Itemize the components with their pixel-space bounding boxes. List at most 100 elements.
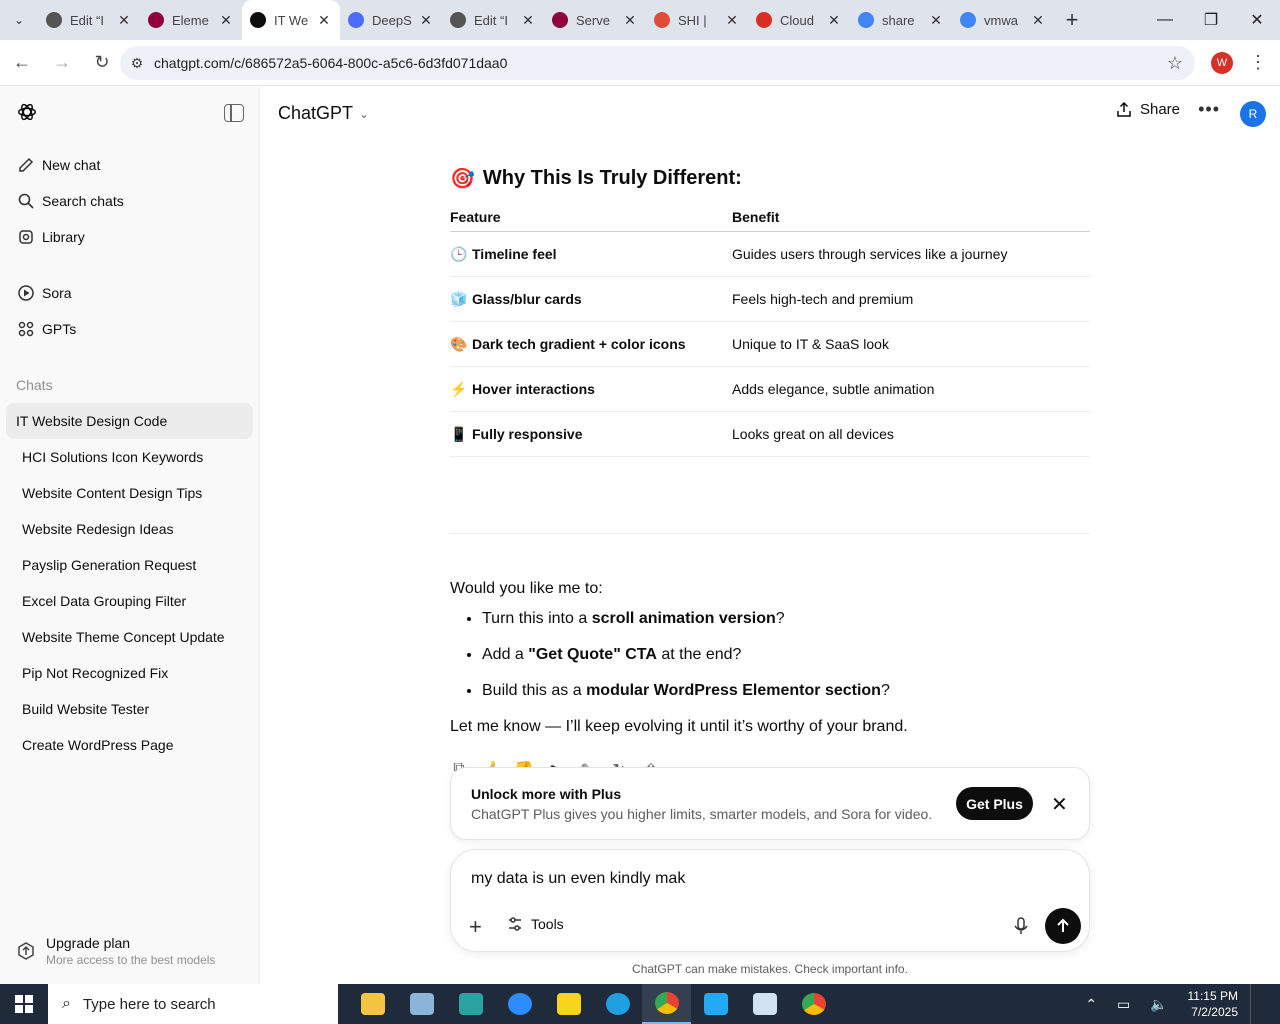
browser-tab[interactable]: share ✕ <box>850 0 952 40</box>
model-selector[interactable]: ChatGPT <box>278 103 353 124</box>
tab-close-icon[interactable]: ✕ <box>826 12 842 29</box>
tab-close-icon[interactable]: ✕ <box>316 12 332 29</box>
site-info-icon[interactable]: ⚙ <box>120 55 154 72</box>
chat-history-item[interactable]: Payslip Generation Request <box>6 547 253 583</box>
browser-tab[interactable]: Eleme ✕ <box>140 0 242 40</box>
taskbar-file-explorer[interactable] <box>348 984 397 1024</box>
benefit-cell: Looks great on all devices <box>732 411 1090 457</box>
chat-history-item[interactable]: IT Website Design Code <box>6 403 253 439</box>
taskbar-app-2[interactable] <box>397 984 446 1024</box>
send-button[interactable] <box>1045 908 1081 944</box>
tab-close-icon[interactable]: ✕ <box>520 12 536 29</box>
microphone-icon[interactable] <box>1011 916 1031 936</box>
browser-menu-icon[interactable]: ⋮ <box>1248 52 1268 74</box>
browser-tab[interactable]: DeepS ✕ <box>340 0 442 40</box>
tab-title: Edit “I <box>70 12 104 28</box>
feature-emoji-icon: 🕒 <box>450 245 468 262</box>
sidebar-toggle-icon[interactable] <box>224 104 244 122</box>
chat-history-item[interactable]: Build Website Tester <box>6 691 253 727</box>
browser-tab[interactable]: SHI | ✕ <box>646 0 748 40</box>
upgrade-plan-button[interactable]: Upgrade plan More access to the best mod… <box>0 918 259 984</box>
folder-icon <box>360 993 385 1015</box>
share-button[interactable]: Share <box>1116 101 1180 118</box>
list-item: Add a "Get Quote" CTA at the end? <box>482 644 1090 666</box>
start-button[interactable] <box>0 984 48 1024</box>
taskbar-app-9[interactable] <box>740 984 789 1024</box>
new-tab-button[interactable]: + <box>1054 0 1090 40</box>
tab-favicon-icon <box>960 12 976 28</box>
close-icon[interactable]: ✕ <box>1051 792 1068 817</box>
chat-history-item[interactable]: Website Theme Concept Update <box>6 619 253 655</box>
openai-logo-icon[interactable] <box>16 101 38 123</box>
upgrade-icon <box>18 942 34 960</box>
browser-tab[interactable]: Cloud ✕ <box>748 0 850 40</box>
chat-history-item[interactable]: Excel Data Grouping Filter <box>6 583 253 619</box>
sidebar-item-new-chat[interactable]: New chat <box>0 147 259 183</box>
benefit-cell: Feels high-tech and premium <box>732 276 1090 322</box>
reload-button[interactable]: ↻ <box>84 45 120 81</box>
forward-button[interactable]: → <box>44 45 80 81</box>
browser-profile-avatar[interactable]: W <box>1211 52 1233 74</box>
feature-emoji-icon: ⚡ <box>450 380 468 397</box>
tab-title: Eleme <box>172 12 209 28</box>
chat-history-item[interactable]: Create WordPress Page <box>6 727 253 763</box>
taskbar-zoom[interactable] <box>495 984 544 1024</box>
chrome-icon <box>801 993 826 1015</box>
feature-text: Hover interactions <box>472 380 595 397</box>
tab-search-dropdown[interactable]: ⌄ <box>0 0 38 40</box>
tab-close-icon[interactable]: ✕ <box>116 12 132 29</box>
sidebar-item-gpts[interactable]: GPTs <box>0 311 259 347</box>
table-header-row: Feature Benefit <box>450 209 1090 232</box>
chat-history-list: IT Website Design Code HCI Solutions Icon… <box>0 403 259 763</box>
divider <box>450 533 1090 534</box>
sidebar-item-library[interactable]: Library <box>0 219 259 255</box>
table-row: 🕒 Timeline feel Guides users through servi… <box>450 231 1090 277</box>
taskbar-edge[interactable] <box>593 984 642 1024</box>
tab-close-icon[interactable]: ✕ <box>1030 12 1046 29</box>
tools-button[interactable]: Tools <box>507 916 564 932</box>
chat-history-item[interactable]: Website Redesign Ideas <box>6 511 253 547</box>
taskbar-apps <box>348 984 838 1024</box>
minimize-button[interactable]: — <box>1142 0 1188 40</box>
taskbar-app-3[interactable] <box>446 984 495 1024</box>
taskbar-chrome-2[interactable] <box>789 984 838 1024</box>
browser-tab[interactable]: Serve ✕ <box>544 0 646 40</box>
tab-close-icon[interactable]: ✕ <box>418 12 434 29</box>
browser-tab[interactable]: Edit “I ✕ <box>38 0 140 40</box>
taskbar-vscode[interactable] <box>691 984 740 1024</box>
show-desktop-button[interactable] <box>1250 984 1280 1024</box>
tab-close-icon[interactable]: ✕ <box>928 12 944 29</box>
chat-history-item[interactable]: HCI Solutions Icon Keywords <box>6 439 253 475</box>
sidebar-item-label: Sora <box>42 285 72 301</box>
browser-tab[interactable]: Edit “I ✕ <box>442 0 544 40</box>
add-attachment-icon[interactable]: + <box>469 914 482 940</box>
get-plus-button[interactable]: Get Plus <box>956 787 1033 820</box>
sidebar-item-sora[interactable]: Sora <box>0 275 259 311</box>
url-text[interactable]: chatgpt.com/c/686572a5-6064-800c-a5c6-6d… <box>154 55 1155 71</box>
prompt-input[interactable]: my data is un even kindly mak <box>471 870 1031 888</box>
back-button[interactable]: ← <box>4 45 40 81</box>
user-avatar[interactable]: R <box>1240 101 1266 127</box>
more-options-icon[interactable]: ••• <box>1198 99 1220 120</box>
bookmark-star-icon[interactable]: ☆ <box>1155 53 1195 74</box>
chevron-down-icon[interactable]: ⌄ <box>359 107 369 121</box>
clock[interactable]: 11:15 PM 7/2/2025 <box>1188 988 1238 1020</box>
taskbar-chrome-active[interactable] <box>642 984 691 1024</box>
address-bar[interactable]: ⚙ chatgpt.com/c/686572a5-6064-800c-a5c6-… <box>120 46 1195 80</box>
browser-tab[interactable]: IT We ✕ <box>242 0 340 40</box>
restore-button[interactable]: ❐ <box>1188 0 1234 40</box>
tab-close-icon[interactable]: ✕ <box>724 12 740 29</box>
tray-icons[interactable]: ⌃ ▭ 🔈 <box>1085 996 1175 1013</box>
chat-history-item[interactable]: Pip Not Recognized Fix <box>6 655 253 691</box>
library-icon <box>16 227 36 247</box>
close-window-button[interactable]: ✕ <box>1234 0 1280 40</box>
chat-history-item[interactable]: Website Content Design Tips <box>6 475 253 511</box>
taskbar-sticky-notes[interactable] <box>544 984 593 1024</box>
tab-close-icon[interactable]: ✕ <box>622 12 638 29</box>
sidebar-item-search-chats[interactable]: Search chats <box>0 183 259 219</box>
tab-close-icon[interactable]: ✕ <box>218 12 234 29</box>
browser-tab[interactable]: vmwa ✕ <box>952 0 1054 40</box>
tab-favicon-icon <box>654 12 670 28</box>
option-bold: "Get Quote" CTA <box>528 646 657 663</box>
taskbar-search[interactable]: ⌕ Type here to search <box>48 984 338 1024</box>
